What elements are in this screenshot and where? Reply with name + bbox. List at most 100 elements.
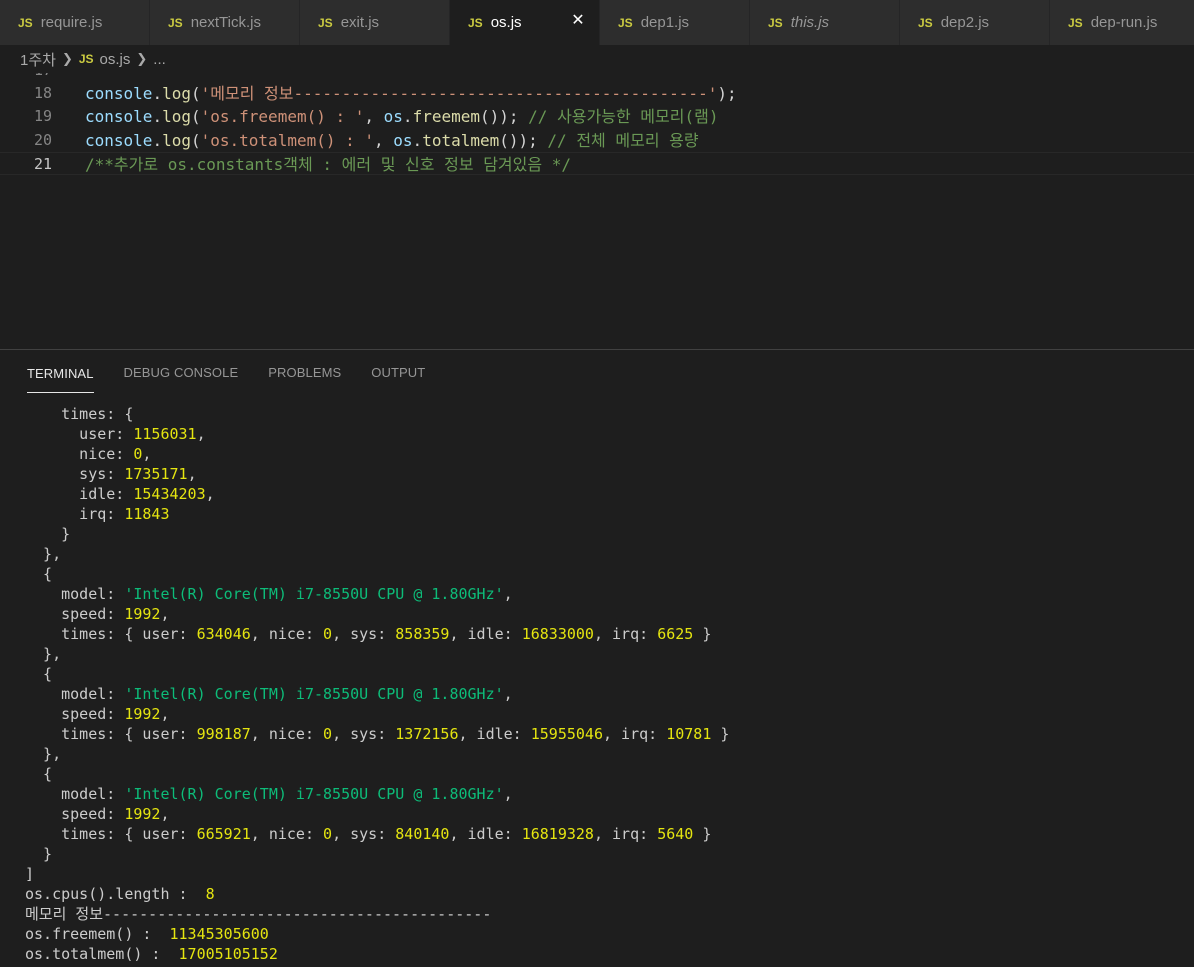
terminal-text: 메모리 정보----------------------------------… xyxy=(25,905,492,923)
bottom-panel: TERMINAL DEBUG CONSOLE PROBLEMS OUTPUT time… xyxy=(0,349,1194,967)
code-line[interactable]: 20 console.log('os.totalmem() : ', os.tot… xyxy=(0,129,1194,152)
terminal-line: { xyxy=(25,764,729,784)
javascript-file-icon: JS xyxy=(1068,15,1083,30)
panel-tab-output[interactable]: OUTPUT xyxy=(371,350,425,394)
terminal-text: } xyxy=(693,825,712,843)
terminal-text: times: { user: xyxy=(25,825,197,843)
terminal-text: os.cpus().length : xyxy=(25,885,206,903)
code-token: os xyxy=(383,107,403,127)
terminal-text: , idle: xyxy=(458,725,531,743)
terminal-text: }, xyxy=(25,545,62,563)
number-value: 634046 xyxy=(196,625,251,643)
number-value: 5640 xyxy=(657,825,694,843)
tab-dep1-js[interactable]: JS dep1.js xyxy=(600,0,750,45)
tab-label: os.js xyxy=(490,14,522,31)
terminal-text: , xyxy=(187,465,197,483)
code-token: 'os.freemem() : ' xyxy=(200,107,365,127)
code-token: console xyxy=(85,84,153,103)
code-token: , xyxy=(364,107,384,127)
terminal-line: os.cpus().length : 8 xyxy=(25,884,729,904)
terminal-text: , nice: xyxy=(250,725,324,743)
code-token: . xyxy=(152,130,163,150)
breadcrumb-file[interactable]: os.js xyxy=(100,51,131,68)
number-value: 8 xyxy=(205,885,215,903)
terminal-text: times: { xyxy=(25,405,134,423)
number-value: 858359 xyxy=(395,625,450,643)
number-value: 0 xyxy=(323,725,333,743)
terminal-output[interactable]: times: { user: 1156031, nice: 0, sys: 17… xyxy=(25,404,729,964)
tab-label: this.js xyxy=(790,14,830,31)
tab-dep2-js[interactable]: JS dep2.js xyxy=(900,0,1050,45)
tab-os-js[interactable]: JS os.js ✕ xyxy=(450,0,600,45)
javascript-file-icon: JS xyxy=(918,15,933,30)
terminal-text: os.freemem() : xyxy=(25,925,170,943)
terminal-line: }, xyxy=(25,744,729,764)
terminal-text: nice: xyxy=(25,445,134,463)
terminal-line: times: { xyxy=(25,404,729,424)
panel-tab-terminal[interactable]: TERMINAL xyxy=(27,351,94,393)
terminal-text: model: xyxy=(25,685,125,703)
line-number: 18 xyxy=(33,84,52,102)
code-token: ()); xyxy=(480,107,529,127)
terminal-text: }, xyxy=(25,645,62,663)
javascript-file-icon: JS xyxy=(618,15,633,30)
terminal-text: } xyxy=(25,845,53,863)
code-token: . xyxy=(412,130,423,150)
tab-require-js[interactable]: JS require.js xyxy=(0,0,150,45)
terminal-text: speed: xyxy=(25,605,125,623)
terminal-line: speed: 1992, xyxy=(25,704,729,724)
code-text: /**추가로 os.constants객체 : 에러 및 신호 정보 담겨있음 … xyxy=(85,153,571,176)
code-token: . xyxy=(152,84,163,103)
line-number: 20 xyxy=(33,130,52,149)
number-value: 15955046 xyxy=(530,725,603,743)
terminal-line: times: { user: 665921, nice: 0, sys: 840… xyxy=(25,824,729,844)
code-token: ( xyxy=(190,107,201,127)
terminal-text: } xyxy=(693,625,712,643)
number-value: 11345305600 xyxy=(169,925,269,943)
terminal-text: os.totalmem() : xyxy=(25,945,179,963)
code-line[interactable]: 17 xyxy=(0,73,1194,82)
code-token: log xyxy=(162,130,191,150)
tab-dep-run-js[interactable]: JS dep-run.js xyxy=(1050,0,1194,45)
tab-label: dep-run.js xyxy=(1090,14,1158,31)
code-token: ); xyxy=(717,84,737,103)
number-value: 0 xyxy=(323,825,333,843)
code-editor[interactable]: 1718console.log('메모리 정보-----------------… xyxy=(0,73,1194,349)
breadcrumb-folder[interactable]: 1주차 xyxy=(20,49,56,70)
code-text: console.log('os.totalmem() : ', os.total… xyxy=(85,129,699,152)
terminal-line: os.totalmem() : 17005105152 xyxy=(25,944,729,964)
terminal-line: idle: 15434203, xyxy=(25,484,729,504)
code-text: console.log('메모리 정보---------------------… xyxy=(85,82,737,105)
terminal-line: } xyxy=(25,524,729,544)
terminal-text: , nice: xyxy=(250,625,324,643)
terminal-text: times: { user: xyxy=(25,625,197,643)
tab-nextTick-js[interactable]: JS nextTick.js xyxy=(150,0,300,45)
terminal-text: user: xyxy=(25,425,134,443)
close-icon[interactable]: ✕ xyxy=(569,12,587,30)
javascript-file-icon: JS xyxy=(468,15,483,30)
chevron-right-icon: ❯ xyxy=(61,51,73,66)
terminal-text: , idle: xyxy=(449,825,522,843)
terminal-line: speed: 1992, xyxy=(25,804,729,824)
code-line[interactable]: 21 /**추가로 os.constants객체 : 에러 및 신호 정보 담겨있… xyxy=(0,151,1194,176)
code-token: '메모리 정보---------------------------------… xyxy=(200,84,718,103)
terminal-text: model: xyxy=(25,785,125,803)
panel-tab-problems[interactable]: PROBLEMS xyxy=(268,350,341,394)
number-value: 1156031 xyxy=(133,425,197,443)
terminal-text: , xyxy=(142,445,152,463)
tab-this-js[interactable]: JS this.js xyxy=(750,0,900,45)
editor-tab-bar: JS require.js JS nextTick.js JS exit.js JS os.j… xyxy=(0,0,1194,45)
tab-label: nextTick.js xyxy=(190,14,261,31)
breadcrumb-symbol[interactable]: ... xyxy=(153,51,166,68)
terminal-line: } xyxy=(25,844,729,864)
code-line[interactable]: 19 console.log('os.freemem() : ', os.free… xyxy=(0,105,1194,128)
code-token: , xyxy=(374,130,394,150)
panel-tab-debug-console[interactable]: DEBUG CONSOLE xyxy=(124,350,239,394)
code-line[interactable]: 18 console.log('메모리 정보-------------------… xyxy=(0,82,1194,105)
terminal-line: sys: 1735171, xyxy=(25,464,729,484)
number-value: 998187 xyxy=(196,725,251,743)
code-token: // 전체 메모리 용량 xyxy=(547,130,699,150)
number-value: 10781 xyxy=(666,725,712,743)
code-token: ( xyxy=(190,84,201,103)
tab-exit-js[interactable]: JS exit.js xyxy=(300,0,450,45)
